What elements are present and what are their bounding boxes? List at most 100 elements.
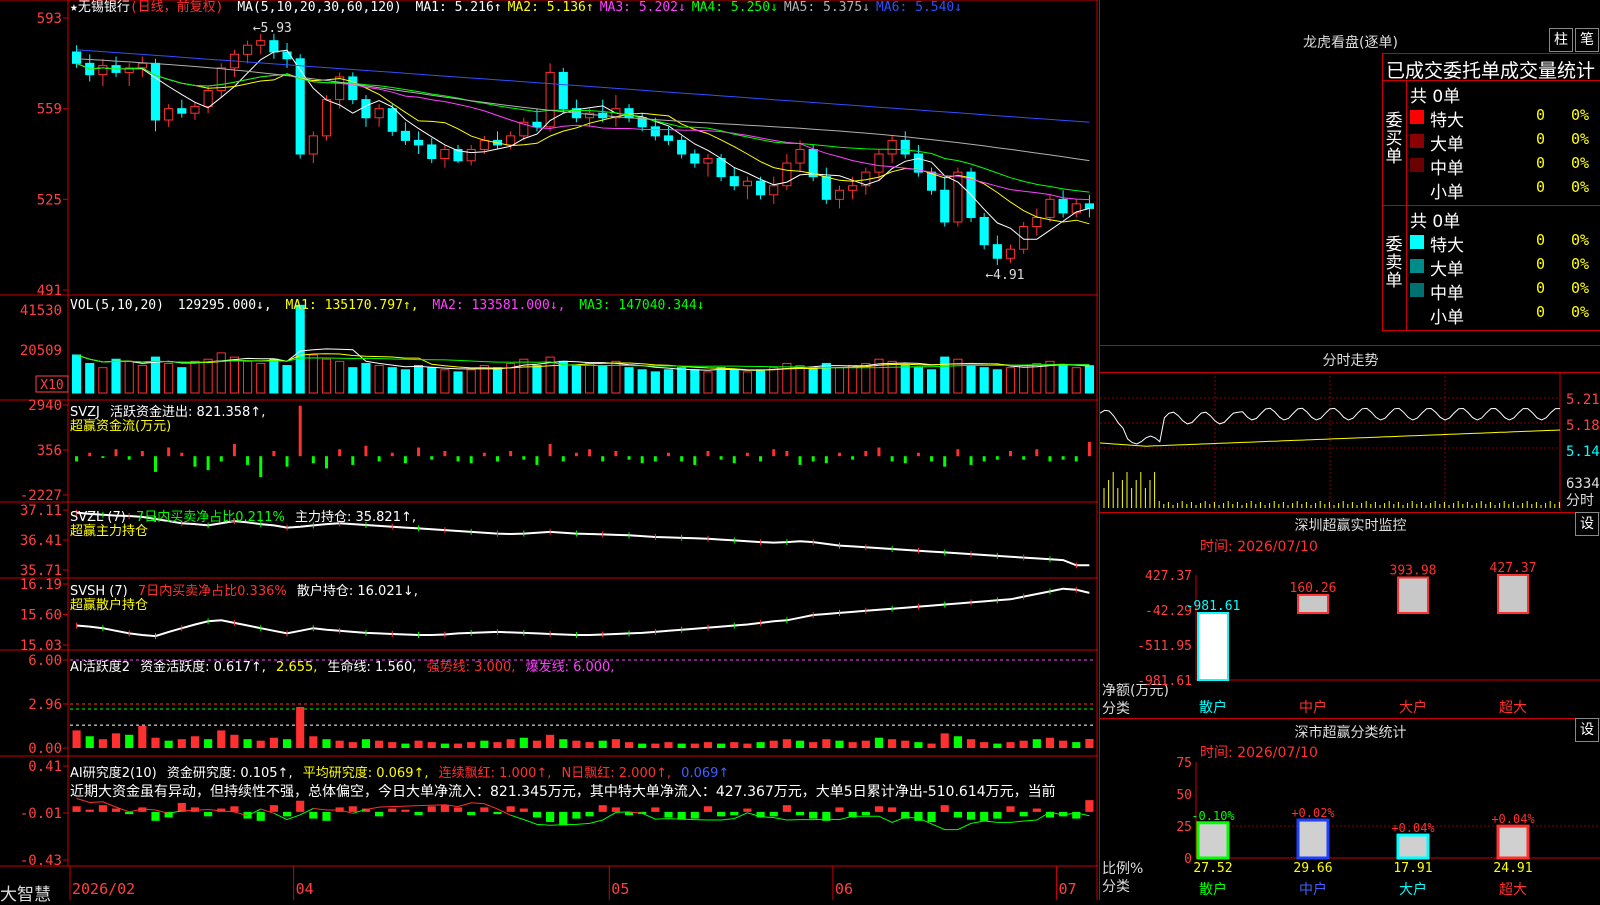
flow-bar <box>640 456 644 464</box>
research-bar <box>282 811 292 817</box>
flow-bar <box>232 444 236 457</box>
activity-bar <box>453 743 463 748</box>
monitor-y-tick: 427.37 <box>1145 569 1192 584</box>
y-tick-label: 2940 <box>28 398 62 414</box>
research-bar <box>85 809 94 812</box>
volume-bar <box>387 367 397 394</box>
y-tick-label: 16.19 <box>20 577 62 593</box>
activity-bar <box>901 740 910 748</box>
research-bar <box>375 811 384 817</box>
research-bar <box>809 811 818 819</box>
activity-bar <box>888 739 897 748</box>
flow-bar <box>114 449 118 457</box>
research-bar <box>874 806 884 812</box>
candle-body <box>71 51 82 64</box>
classify-value: 29.66 <box>1293 861 1332 876</box>
activity-bar <box>85 736 94 748</box>
classify-value: 24.91 <box>1493 861 1532 876</box>
research-bar <box>598 805 607 812</box>
tick-mode-button[interactable]: 笔 <box>1575 28 1599 52</box>
intraday-tick: 5.18 <box>1566 418 1600 434</box>
ma-line-2 <box>76 62 1090 225</box>
sell-row: 中单 0 0% <box>1406 279 1600 304</box>
activity-bar <box>756 742 765 748</box>
buy-total: 共 0单 <box>1410 87 1461 107</box>
activity-bar <box>546 734 555 748</box>
color-swatch <box>1410 182 1424 196</box>
classify-settings-button[interactable]: 设 <box>1575 718 1599 742</box>
flow-bar <box>338 449 342 457</box>
volume-bar <box>164 362 174 394</box>
order-size-label: 大单 <box>1430 260 1464 280</box>
order-count: 0 <box>1536 154 1546 172</box>
activity-bar <box>743 743 752 748</box>
research-bar <box>966 811 976 820</box>
order-percent: 0% <box>1571 178 1590 196</box>
y-tick-label: 37.11 <box>20 503 62 519</box>
order-size-label: 中单 <box>1430 284 1464 304</box>
flow-bar <box>903 456 907 464</box>
candle-body <box>532 121 542 128</box>
volume-bar <box>71 354 82 394</box>
flow-bar <box>417 447 421 457</box>
order-count: 0 <box>1536 303 1546 321</box>
flow-bar <box>956 449 960 457</box>
activity-bar <box>1045 737 1055 748</box>
candle-body <box>466 148 476 162</box>
activity-bar <box>1085 738 1094 748</box>
kline-area[interactable]: ←5.93 ←4.91 593 559 525 491 41530 20509 X10 2940 3… <box>0 0 1098 905</box>
order-size-label: 特大 <box>1430 111 1464 131</box>
low-label: ←4.91 <box>985 268 1024 283</box>
flow-bar <box>838 452 841 457</box>
indicator-charts[interactable]: ←5.93 ←4.91 593 559 525 491 41530 20509 X10 2940 3… <box>0 0 1098 900</box>
bar-mode-button[interactable]: 柱 <box>1549 28 1573 52</box>
svzj-subtitle: 超赢资金流(万元) <box>70 419 172 434</box>
flow-bar <box>193 456 197 467</box>
volume-bar <box>85 362 95 394</box>
monitor-bar-value: 393.98 <box>1390 563 1437 578</box>
activity-bar <box>296 706 305 748</box>
research-bar <box>322 811 331 821</box>
volume-bar <box>335 360 345 394</box>
monitor-settings-button[interactable]: 设 <box>1575 512 1599 536</box>
research-bar <box>519 808 528 812</box>
order-count: 0 <box>1536 255 1546 273</box>
color-swatch <box>1410 134 1424 148</box>
ma-title: MA(5,10,20,30,60,120) <box>237 0 402 15</box>
sell-row: 小单 0 0% <box>1406 303 1600 328</box>
classify-bar <box>1396 833 1430 860</box>
research-bar <box>664 811 673 818</box>
activity-bar <box>269 737 278 748</box>
svzl-name: SVZL (7) <box>70 510 126 525</box>
activity-bar <box>190 736 200 748</box>
flow-bar <box>390 452 394 457</box>
order-percent: 0% <box>1571 279 1590 297</box>
activity-bar <box>966 739 976 748</box>
research-bar <box>111 808 121 812</box>
candle-body <box>677 139 687 155</box>
volume-bar <box>532 365 542 394</box>
order-count: 0 <box>1536 130 1546 148</box>
research-bar <box>506 806 515 812</box>
volume-bar <box>729 369 739 394</box>
high-label: ←5.93 <box>253 21 292 36</box>
flow-bar <box>969 456 973 465</box>
volume-bar <box>1071 367 1081 394</box>
volume-bar <box>1005 367 1016 394</box>
activity-bar <box>256 740 265 748</box>
activity-bar <box>795 740 805 748</box>
date-label: 05 <box>611 880 629 898</box>
volume-bar <box>1084 365 1095 394</box>
research-bar <box>730 811 739 816</box>
ma-values: MA1: 5.216↑ MA2: 5.136↑ MA3: 5.202↓ MA4: 5.… <box>416 0 969 15</box>
flow-bar <box>719 456 723 460</box>
research-curve <box>313 808 353 814</box>
intraday-avg-line <box>1100 429 1561 447</box>
flow-bar <box>706 450 710 457</box>
volume-bar <box>677 367 687 394</box>
candle-body <box>387 108 397 132</box>
y-tick-label: 2.96 <box>28 697 62 713</box>
order-size-label: 小单 <box>1430 308 1464 328</box>
monitor-category: 超大 <box>1499 700 1527 716</box>
volume-bar <box>256 362 266 394</box>
